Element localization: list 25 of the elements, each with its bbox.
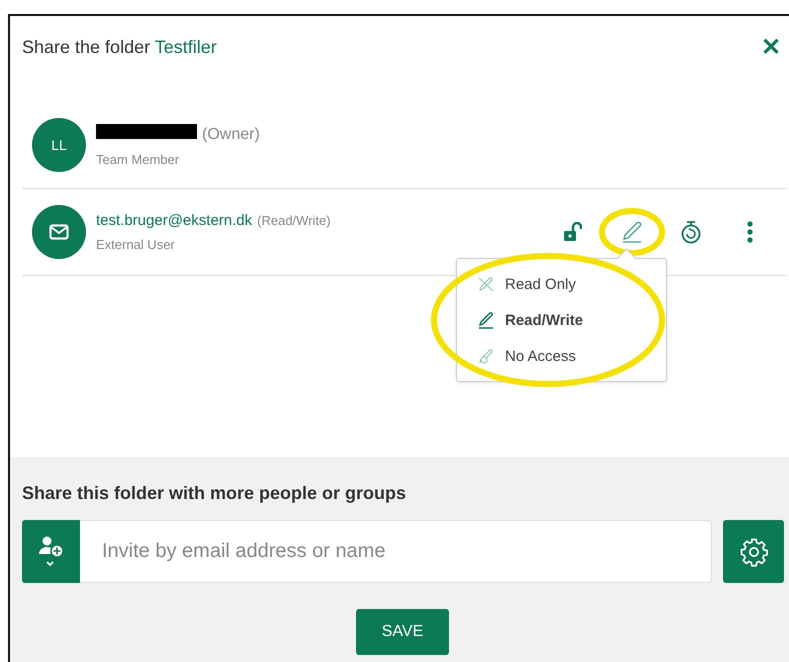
settings-icon xyxy=(738,536,768,566)
invite-field[interactable]: Invite by email address or name xyxy=(80,520,712,583)
add-person-button[interactable] xyxy=(22,520,80,583)
settings-button[interactable] xyxy=(723,520,784,583)
invite-heading: Share this folder with more people or groups xyxy=(22,483,408,504)
pencil-icon xyxy=(477,311,495,329)
unlock-icon[interactable] xyxy=(564,222,582,242)
member-type: Team Member xyxy=(96,152,180,166)
crossed-pencil-icon xyxy=(477,275,495,293)
avatar-icon xyxy=(32,205,86,259)
dialog-title: Share the folder Testfiler xyxy=(22,36,217,58)
locked-pencil-icon xyxy=(477,347,495,365)
permission-option[interactable]: No Access xyxy=(457,338,666,374)
permission-option[interactable]: Read/Write xyxy=(457,302,666,338)
permission-option[interactable]: Read Only xyxy=(457,266,666,302)
timer-icon[interactable] xyxy=(680,220,702,244)
member-type: External User xyxy=(96,237,176,252)
role-tag: (Owner) xyxy=(202,126,260,144)
more-icon[interactable] xyxy=(746,221,754,243)
add-person-icon xyxy=(38,534,64,568)
close-button[interactable]: ✕ xyxy=(757,32,785,62)
avatar-initials: LL xyxy=(32,118,86,172)
member-email: test.bruger@ekstern.dk xyxy=(96,212,252,229)
role-tag: (Read/Write) xyxy=(257,213,331,228)
save-button[interactable]: SAVE xyxy=(356,609,449,655)
